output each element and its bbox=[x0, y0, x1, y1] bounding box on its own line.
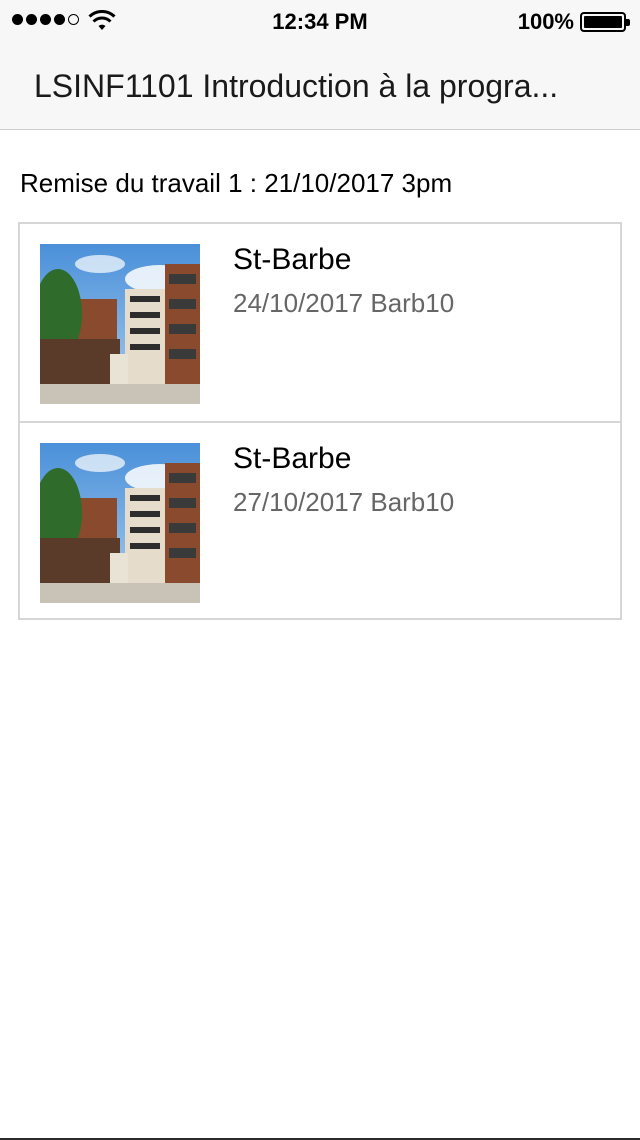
session-list: St-Barbe 24/10/2017 Barb10 St-Barbe 27/1… bbox=[18, 222, 622, 620]
building-photo bbox=[40, 443, 200, 603]
battery-icon bbox=[580, 12, 630, 32]
page-title: LSINF1101 Introduction à la progra... bbox=[34, 68, 559, 104]
building-photo bbox=[40, 244, 200, 404]
battery-percentage: 100% bbox=[517, 9, 574, 34]
list-item-title: St-Barbe bbox=[233, 243, 352, 276]
list-item[interactable]: St-Barbe 27/10/2017 Barb10 bbox=[20, 421, 620, 618]
list-item-subtitle: 24/10/2017 Barb10 bbox=[233, 288, 455, 318]
list-item-subtitle: 27/10/2017 Barb10 bbox=[233, 487, 455, 517]
status-bar: 12:34 PM 100% bbox=[0, 0, 640, 42]
navigation-bar: LSINF1101 Introduction à la progra... bbox=[0, 42, 640, 130]
list-item-title: St-Barbe bbox=[233, 442, 352, 475]
section-header: Remise du travail 1 : 21/10/2017 3pm bbox=[20, 168, 453, 198]
list-item[interactable]: St-Barbe 24/10/2017 Barb10 bbox=[20, 224, 620, 421]
